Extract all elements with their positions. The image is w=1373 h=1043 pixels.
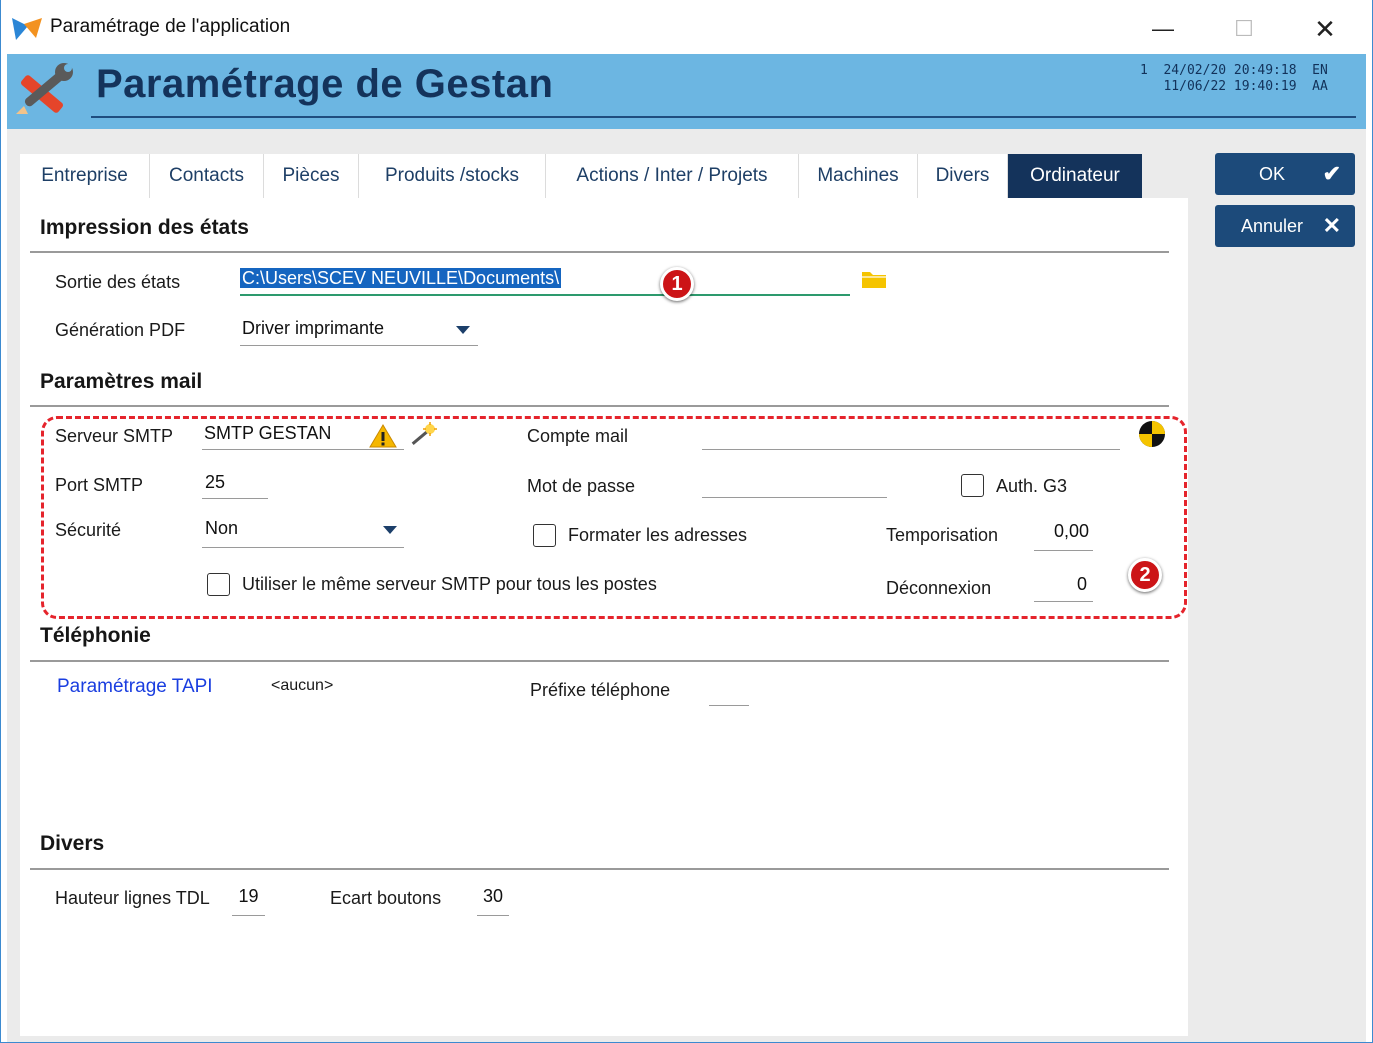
- auth-g3-label: Auth. G3: [996, 476, 1068, 496]
- prefixe-telephone-label: Préfixe téléphone: [530, 680, 671, 700]
- window-title: Paramétrage de l'application: [50, 16, 291, 37]
- temporisation-label: Temporisation: [886, 525, 999, 545]
- securite-select[interactable]: Non: [202, 518, 404, 548]
- hauteur-lignes-tdl-label: Hauteur lignes TDL: [55, 888, 210, 908]
- page-title: Paramétrage de Gestan: [96, 62, 554, 106]
- hauteur-lignes-tdl-input[interactable]: 19: [232, 886, 265, 916]
- ecart-boutons-label: Ecart boutons: [330, 888, 442, 908]
- mot-de-passe-label: Mot de passe: [527, 476, 636, 496]
- section-divider: [30, 405, 1169, 407]
- folder-icon[interactable]: [861, 268, 887, 290]
- formater-adresses-label: Formater les adresses: [568, 525, 748, 545]
- chevron-down-icon: [383, 526, 397, 534]
- deconnexion-input[interactable]: 0: [1034, 574, 1093, 602]
- app-icon: [12, 18, 42, 40]
- port-smtp-value: 25: [205, 472, 226, 492]
- securite-value: Non: [205, 518, 239, 538]
- sortie-etats-value: C:\Users\SCEV NEUVILLE\Documents\: [240, 268, 562, 288]
- hauteur-lignes-tdl-value: 19: [238, 886, 259, 906]
- prefixe-telephone-input[interactable]: [709, 680, 749, 706]
- header-info-line-1: 1 24/02/20 20:49:18 EN: [1140, 63, 1328, 78]
- compte-mail-input[interactable]: [702, 424, 1120, 450]
- tab-divers[interactable]: Divers: [918, 154, 1008, 198]
- close-button[interactable]: ✕: [1303, 12, 1347, 46]
- chevron-down-icon: [456, 326, 470, 334]
- tab-produits-stocks[interactable]: Produits /stocks: [359, 154, 546, 198]
- maximize-button[interactable]: ☐: [1222, 12, 1266, 46]
- header-underline: [91, 116, 1356, 118]
- same-smtp-server-label: Utiliser le même serveur SMTP pour tous …: [242, 574, 657, 594]
- minimize-button[interactable]: —: [1141, 12, 1185, 46]
- crash-test-icon[interactable]: [1138, 420, 1166, 448]
- tab-pieces[interactable]: Pièces: [264, 154, 359, 198]
- section-divider: [30, 251, 1169, 253]
- auth-g3-checkbox[interactable]: [961, 474, 984, 497]
- section-divider: [30, 660, 1169, 662]
- section-impression-title: Impression des états: [40, 216, 249, 239]
- ecart-boutons-value: 30: [482, 886, 504, 906]
- ok-button[interactable]: OK ✔: [1215, 153, 1355, 195]
- same-smtp-server-checkbox[interactable]: [207, 573, 230, 596]
- annotation-badge-2: 2: [1128, 558, 1162, 592]
- tapi-settings-link[interactable]: Paramétrage TAPI: [57, 676, 213, 698]
- generation-pdf-value: Driver imprimante: [242, 318, 385, 338]
- generation-pdf-select[interactable]: Driver imprimante: [240, 318, 478, 346]
- port-smtp-label: Port SMTP: [55, 475, 144, 495]
- tools-icon: [16, 63, 73, 114]
- tab-actions-inter-projets[interactable]: Actions / Inter / Projets: [546, 154, 799, 198]
- port-smtp-input[interactable]: 25: [202, 472, 268, 499]
- tab-entreprise[interactable]: Entreprise: [20, 154, 150, 198]
- section-mail-title: Paramètres mail: [40, 370, 203, 393]
- section-divers-title: Divers: [40, 832, 105, 855]
- smtp-server-value: SMTP GESTAN: [204, 423, 332, 443]
- warning-icon[interactable]: [369, 424, 397, 448]
- check-icon: ✔: [1322, 161, 1341, 186]
- formater-adresses-checkbox[interactable]: [533, 524, 556, 547]
- cancel-button[interactable]: Annuler ✕: [1215, 205, 1355, 247]
- section-divider: [30, 868, 1169, 870]
- section-telephonie-title: Téléphonie: [40, 624, 151, 647]
- header-info-line-2: 11/06/22 19:40:19 AA: [1140, 79, 1328, 94]
- header-info: 1 24/02/20 20:49:18 EN 11/06/22 19:40:19…: [1140, 63, 1328, 95]
- generation-pdf-label: Génération PDF: [55, 320, 186, 340]
- ecart-boutons-input[interactable]: 30: [477, 886, 509, 916]
- securite-label: Sécurité: [55, 520, 122, 540]
- sortie-etats-input[interactable]: C:\Users\SCEV NEUVILLE\Documents\: [240, 268, 850, 296]
- magic-wand-icon[interactable]: [408, 422, 438, 450]
- annotation-badge-1: 1: [660, 267, 694, 301]
- smtp-server-label: Serveur SMTP: [55, 426, 174, 446]
- tab-ordinateur[interactable]: Ordinateur: [1008, 154, 1142, 198]
- temporisation-value: 0,00: [1053, 521, 1089, 541]
- mot-de-passe-input[interactable]: [702, 472, 887, 498]
- tab-contacts[interactable]: Contacts: [150, 154, 264, 198]
- deconnexion-value: 0: [1076, 574, 1087, 594]
- close-icon: ✕: [1322, 213, 1341, 238]
- tapi-value: <aucun>: [271, 677, 334, 694]
- temporisation-input[interactable]: 0,00: [1034, 521, 1093, 551]
- tab-machines[interactable]: Machines: [799, 154, 918, 198]
- deconnexion-label: Déconnexion: [886, 578, 992, 598]
- compte-mail-label: Compte mail: [527, 426, 629, 446]
- sortie-etats-label: Sortie des états: [55, 272, 181, 292]
